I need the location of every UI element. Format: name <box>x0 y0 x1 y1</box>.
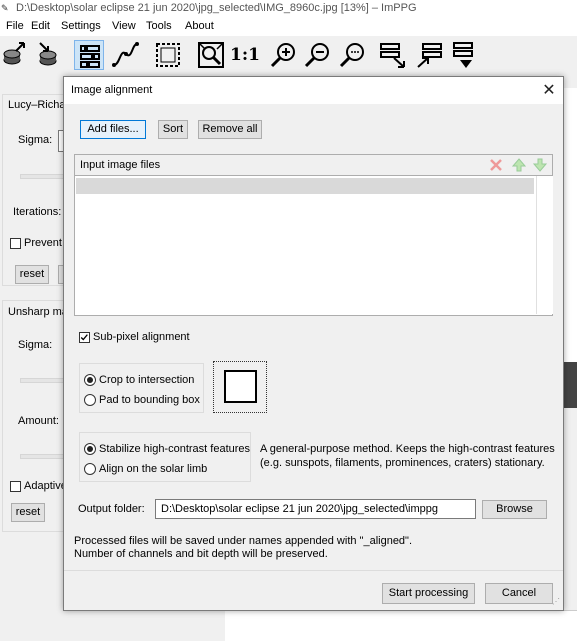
resize-grip-icon[interactable]: ⋰ <box>552 597 560 606</box>
unsharp-mask-label: Unsharp ma <box>8 306 68 318</box>
remove-all-button[interactable]: Remove all <box>198 120 262 139</box>
prevent-checkbox[interactable] <box>10 238 21 249</box>
info-line1: Processed files will be saved under name… <box>74 535 413 547</box>
menu-view[interactable]: View <box>112 20 136 32</box>
file-list-header-label: Input image files <box>80 159 161 171</box>
custom-zoom-icon[interactable] <box>337 40 367 70</box>
adaptive-label: Adaptive <box>24 480 67 492</box>
processing-settings-icon[interactable] <box>74 40 104 70</box>
stabilize-label: Stabilize high-contrast features <box>99 443 251 455</box>
title-bar: ✎ D:\Desktop\solar eclipse 21 jun 2020\j… <box>0 0 577 18</box>
sigma-label: Sigma: <box>18 134 53 146</box>
menu-about[interactable]: About <box>185 20 214 32</box>
file-list-row[interactable] <box>76 178 534 194</box>
prevent-label: Prevent <box>24 237 62 249</box>
image-preview <box>562 362 577 408</box>
info-line2: Number of channels and bit depth will be… <box>74 548 328 560</box>
subpixel-checkbox[interactable] <box>79 332 90 343</box>
app-icon: ✎ <box>1 3 9 13</box>
pad-radio[interactable] <box>84 394 96 406</box>
actual-size-button[interactable]: 1:1 <box>230 40 260 70</box>
iterations-label: Iterations: <box>13 206 62 218</box>
load-settings-icon[interactable] <box>0 40 30 70</box>
sigma2-label: Sigma: <box>18 339 53 351</box>
menu-file[interactable]: File <box>6 20 24 32</box>
reset2-button[interactable]: reset <box>11 503 45 522</box>
crop-preview-inner <box>224 370 257 403</box>
dialog-title: Image alignment <box>71 84 153 96</box>
align-horizontal-icon[interactable] <box>378 40 408 70</box>
align-images-icon[interactable] <box>450 40 480 70</box>
cancel-button[interactable]: Cancel <box>485 583 553 604</box>
left-panel: Lucy–Richa Sigma: Iterations: Prevent re… <box>0 88 74 640</box>
file-list[interactable] <box>74 176 553 316</box>
save-settings-icon[interactable] <box>34 40 64 70</box>
lucy-richardson-label: Lucy–Richa <box>8 99 66 111</box>
stabilize-radio[interactable] <box>84 443 96 455</box>
menu-tools[interactable]: Tools <box>146 20 172 32</box>
close-icon[interactable]: ✕ <box>540 80 558 100</box>
tone-curve-icon[interactable] <box>110 40 140 70</box>
zoom-out-icon[interactable] <box>302 40 332 70</box>
toolbar: 1:1 <box>0 36 577 74</box>
amount-label: Amount: <box>18 415 59 427</box>
fit-window-icon[interactable] <box>196 40 226 70</box>
solar-limb-label: Align on the solar limb <box>99 463 208 475</box>
image-view[interactable] <box>562 88 577 408</box>
remove-file-icon[interactable] <box>488 157 504 173</box>
pad-label: Pad to bounding box <box>99 394 200 406</box>
dialog-title-bar: Image alignment ✕ <box>64 77 563 104</box>
status-area <box>225 610 577 641</box>
file-list-scrollbar[interactable] <box>536 176 553 314</box>
start-processing-button[interactable]: Start processing <box>382 583 475 604</box>
browse-button[interactable]: Browse <box>482 500 547 519</box>
output-folder-label: Output folder: <box>78 503 145 515</box>
window-title: D:\Desktop\solar eclipse 21 jun 2020\jpg… <box>16 2 417 14</box>
move-up-icon[interactable] <box>511 157 527 173</box>
image-alignment-dialog: Image alignment ✕ Add files... Sort Remo… <box>63 76 564 611</box>
method-description-line2: (e.g. sunspots, filaments, prominences, … <box>260 457 545 469</box>
crop-radio[interactable] <box>84 374 96 386</box>
select-region-icon[interactable] <box>153 40 183 70</box>
sort-button[interactable]: Sort <box>158 120 188 139</box>
output-folder-input[interactable]: D:\Desktop\solar eclipse 21 jun 2020\jpg… <box>155 499 476 519</box>
menu-edit[interactable]: Edit <box>31 20 50 32</box>
adaptive-checkbox[interactable] <box>10 481 21 492</box>
file-list-header: Input image files <box>74 154 553 176</box>
align-vertical-icon[interactable] <box>414 40 444 70</box>
dialog-divider <box>64 570 563 571</box>
crop-label: Crop to intersection <box>99 374 195 386</box>
reset-button[interactable]: reset <box>15 265 49 284</box>
menu-settings[interactable]: Settings <box>61 20 101 32</box>
subpixel-label: Sub-pixel alignment <box>93 331 190 343</box>
menu-bar: File Edit Settings View Tools About <box>0 18 577 36</box>
solar-limb-radio[interactable] <box>84 463 96 475</box>
move-down-icon[interactable] <box>532 157 548 173</box>
method-description-line1: A general-purpose method. Keeps the high… <box>260 443 555 455</box>
zoom-in-icon[interactable] <box>268 40 298 70</box>
add-files-button[interactable]: Add files... <box>80 120 146 139</box>
